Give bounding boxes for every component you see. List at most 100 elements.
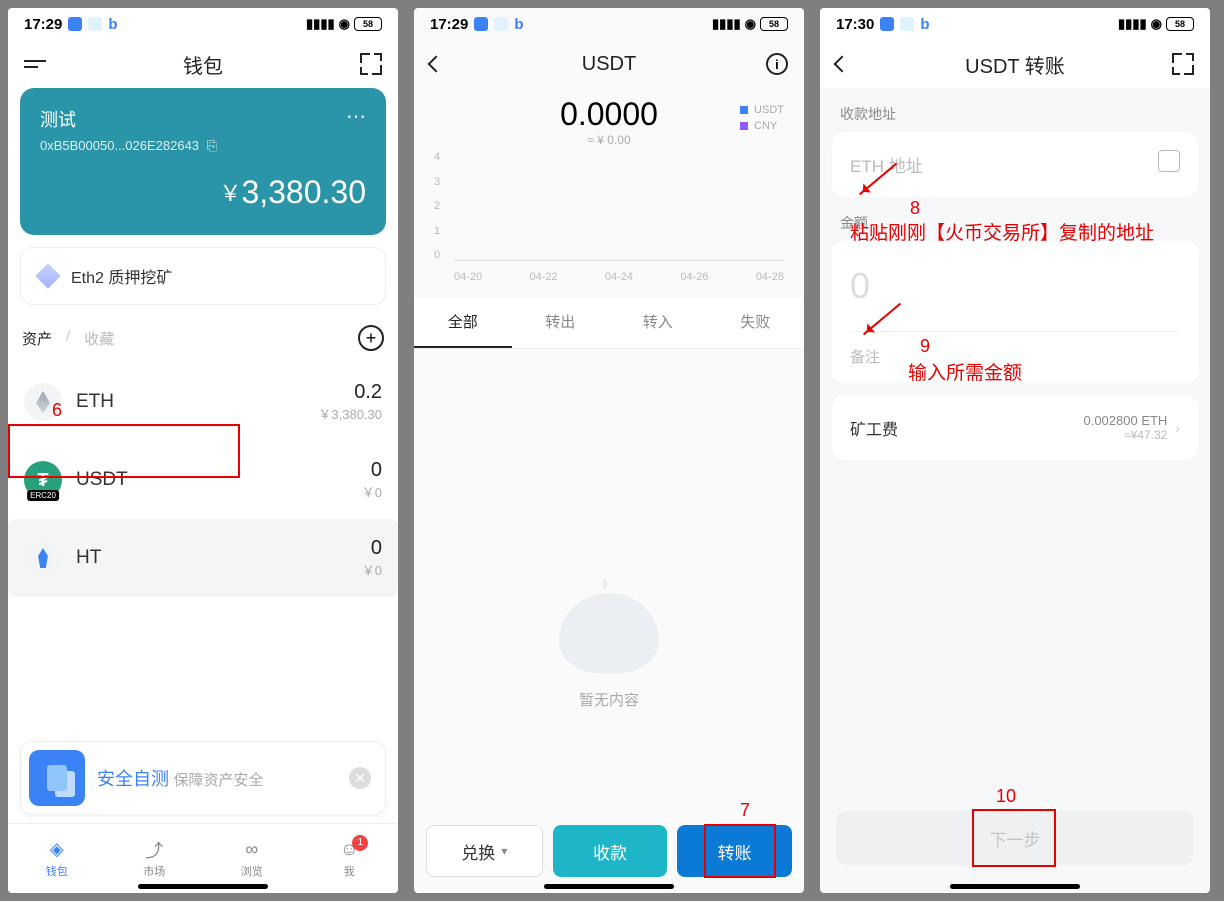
tab-all[interactable]: 全部 — [414, 297, 512, 348]
content: ⋯ 测试 0xB5B00050...026E282643 ⎘ ￥3,380.30… — [8, 88, 398, 893]
next-button[interactable]: 下一步 — [836, 811, 1194, 865]
eth-icon — [24, 383, 62, 421]
asset-row-ht[interactable]: HT 0 ￥0 — [8, 519, 398, 597]
exchange-button[interactable]: 兑换 — [426, 825, 543, 877]
contact-icon[interactable] — [1158, 150, 1180, 172]
page-title: USDT — [582, 53, 636, 76]
tab-favorites[interactable]: 收藏 — [84, 328, 114, 349]
asset-symbol: ETH — [76, 391, 114, 413]
asset-amount: 0 — [362, 459, 382, 482]
tab-assets[interactable]: 资产 — [22, 328, 52, 349]
asset-value: ￥0 — [362, 482, 382, 501]
fee-label: 矿工费 — [850, 416, 898, 440]
signal-icon: ▮▮▮▮ — [712, 16, 741, 32]
chart-x-axis: 04-20 04-22 04-24 04-26 04-28 — [454, 271, 784, 283]
copy-icon[interactable]: ⎘ — [207, 138, 217, 153]
status-icon-1 — [474, 17, 488, 31]
usdt-icon: ERC20 — [24, 461, 62, 499]
address-label: 收款地址 — [820, 88, 1210, 132]
action-bar: 兑换 收款 转账 — [426, 825, 792, 877]
nav-browse[interactable]: ∞ 浏览 — [241, 839, 263, 879]
status-b-icon: b — [108, 16, 117, 33]
promo-title: 安全自测 — [97, 769, 169, 789]
annotation-10: 10 — [996, 786, 1016, 807]
chart-baseline — [454, 260, 784, 261]
tab-in[interactable]: 转入 — [609, 297, 707, 348]
promo-subtitle: 保障资产安全 — [173, 772, 263, 789]
promo-banner[interactable]: 安全自测 保障资产安全 ✕ — [20, 741, 386, 815]
eth2-icon — [35, 263, 60, 288]
fee-row[interactable]: 矿工费 0.002800 ETH ≈¥47.32 › — [832, 395, 1198, 460]
back-button[interactable] — [834, 56, 851, 73]
status-icon-1 — [68, 17, 82, 31]
scan-icon[interactable] — [1172, 53, 1194, 75]
status-time: 17:29 — [430, 16, 468, 33]
asset-row-eth[interactable]: ETH 0.2 ￥3,380.30 — [20, 363, 386, 441]
home-indicator — [544, 884, 674, 889]
back-button[interactable] — [428, 56, 445, 73]
status-icon-2 — [88, 17, 102, 31]
home-indicator — [138, 884, 268, 889]
legend-dot — [740, 122, 748, 130]
chart-legend: USDT CNY — [740, 104, 784, 136]
screen-usdt-detail: 17:29 b ▮▮▮▮ ◉ 58 USDT i 0.0000 ≈ ¥ 0.00… — [414, 8, 804, 893]
wallet-card[interactable]: ⋯ 测试 0xB5B00050...026E282643 ⎘ ￥3,380.30 — [20, 88, 386, 235]
status-icon-2 — [494, 17, 508, 31]
wallet-more-icon[interactable]: ⋯ — [346, 104, 368, 129]
nav-me[interactable]: ☺ 我 1 — [338, 839, 360, 879]
header: USDT 转账 — [820, 40, 1210, 88]
notification-badge: 1 — [352, 835, 368, 851]
transfer-button[interactable]: 转账 — [677, 825, 792, 877]
status-b-icon: b — [920, 16, 929, 33]
nav-market[interactable]: ⤴ 市场 — [143, 839, 165, 879]
signal-icon: ▮▮▮▮ — [306, 16, 335, 32]
wifi-icon: ◉ — [1151, 16, 1162, 32]
menu-icon[interactable] — [24, 60, 46, 68]
add-asset-button[interactable]: + — [358, 325, 384, 351]
wallet-balance: ￥3,380.30 — [40, 174, 366, 211]
promo-close-button[interactable]: ✕ — [349, 767, 371, 789]
battery-icon: 58 — [354, 17, 382, 31]
home-indicator — [950, 884, 1080, 889]
scan-icon[interactable] — [360, 53, 382, 75]
empty-state: 暂无内容 — [414, 349, 804, 893]
stake-banner[interactable]: Eth2 质押挖矿 — [20, 247, 386, 305]
fee-value: ≈¥47.32 — [1083, 428, 1167, 442]
asset-amount: 0 — [362, 537, 382, 560]
chevron-right-icon: › — [1175, 420, 1180, 436]
header: USDT i — [414, 40, 804, 88]
info-button[interactable]: i — [766, 53, 788, 75]
asset-row-usdt[interactable]: ERC20 USDT 0 ￥0 — [20, 441, 386, 519]
status-icon-2 — [900, 17, 914, 31]
header: 钱包 — [8, 40, 398, 88]
legend-dot — [740, 106, 748, 114]
wallet-address: 0xB5B00050...026E282643 ⎘ — [40, 138, 366, 154]
asset-tabs-row: 资产 / 收藏 + — [20, 325, 386, 363]
asset-symbol: USDT — [76, 469, 128, 491]
screen-wallet: 17:29 b ▮▮▮▮ ◉ 58 钱包 ⋯ 测试 0xB5B00050...0… — [8, 8, 398, 893]
browse-icon: ∞ — [241, 839, 263, 861]
empty-icon — [559, 593, 659, 673]
asset-symbol: HT — [76, 547, 101, 569]
chart-y-axis: 4 3 2 1 0 — [434, 151, 440, 261]
tab-separator: / — [66, 328, 70, 349]
receive-button[interactable]: 收款 — [553, 825, 668, 877]
status-icon-1 — [880, 17, 894, 31]
battery-icon: 58 — [1166, 17, 1194, 31]
tab-out[interactable]: 转出 — [512, 297, 610, 348]
signal-icon: ▮▮▮▮ — [1118, 16, 1147, 32]
amount-placeholder: 0 — [850, 265, 1180, 307]
tab-fail[interactable]: 失败 — [707, 297, 805, 348]
asset-amount: 0.2 — [318, 381, 382, 404]
battery-icon: 58 — [760, 17, 788, 31]
nav-wallet[interactable]: ◈ 钱包 — [46, 839, 68, 879]
asset-value: ￥3,380.30 — [318, 404, 382, 423]
asset-value: ￥0 — [362, 560, 382, 579]
bottom-nav: ◈ 钱包 ⤴ 市场 ∞ 浏览 ☺ 我 1 — [8, 823, 398, 893]
address-input-card[interactable]: ETH 地址 — [832, 132, 1198, 197]
stake-label: Eth2 质押挖矿 — [71, 264, 172, 288]
memo-label[interactable]: 备注 — [850, 331, 1180, 367]
promo-icon — [29, 750, 85, 806]
wifi-icon: ◉ — [339, 16, 350, 32]
empty-text: 暂无内容 — [579, 689, 639, 710]
